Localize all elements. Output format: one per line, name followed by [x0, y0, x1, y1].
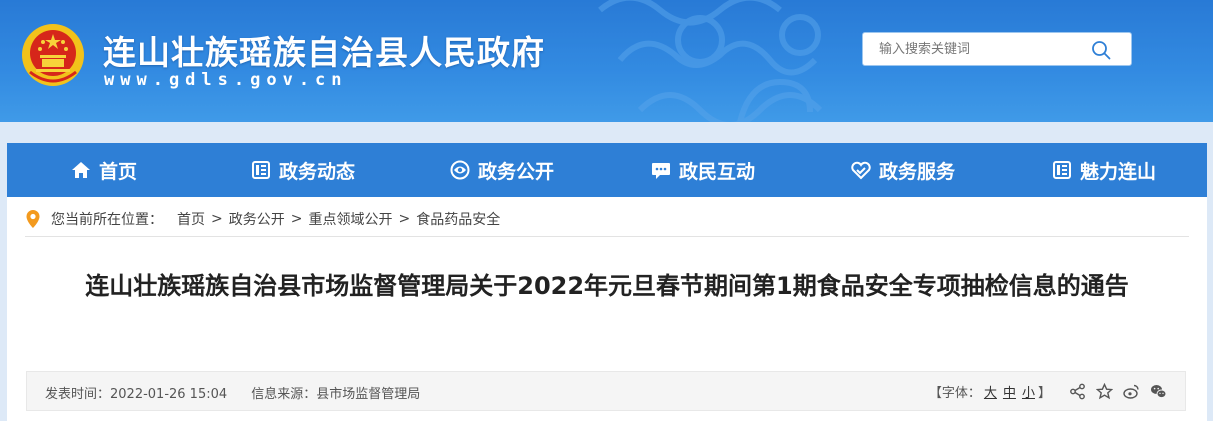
main-nav: 首页 政务动态 政务公开 政民互动 政务服务 魅力连山: [7, 143, 1207, 197]
news-icon: [252, 161, 270, 179]
font-size-small-button[interactable]: 小: [1022, 382, 1035, 401]
nav-label: 政务动态: [279, 160, 356, 183]
nav-label: 政务公开: [478, 160, 555, 183]
font-size-medium-button[interactable]: 中: [1003, 382, 1016, 401]
meta-info: 发表时间：2022-01-26 15:04 信息来源：县市场监督管理局: [45, 383, 440, 402]
share-icon[interactable]: [1069, 383, 1086, 400]
nav-item-charm[interactable]: 魅力连山: [1052, 143, 1156, 197]
document-icon: [1053, 161, 1071, 179]
breadcrumb-public[interactable]: 政务公开: [229, 209, 285, 229]
breadcrumb: 您当前所在位置： 首页 > 政务公开 > 重点领域公开 > 食品药品安全: [25, 207, 500, 231]
nav-label: 政务服务: [879, 160, 956, 183]
chat-icon: [652, 163, 670, 179]
info-source: 信息来源：县市场监督管理局: [251, 387, 421, 402]
breadcrumb-label: 您当前所在位置：: [51, 212, 163, 228]
breadcrumb-separator: >: [398, 211, 411, 227]
font-size-label: 【字体：: [928, 386, 981, 401]
article-title: 连山壮族瑶族自治县市场监督管理局关于2022年元旦春节期间第1期食品安全专项抽检…: [85, 272, 1129, 300]
site-header: 连山壮族瑶族自治县人民政府 www.gdls.gov.cn: [0, 0, 1213, 122]
nav-item-home[interactable]: 首页: [71, 143, 137, 197]
handshake-icon: [851, 161, 871, 180]
article-container: 您当前所在位置： 首页 > 政务公开 > 重点领域公开 > 食品药品安全 连山壮…: [7, 197, 1207, 421]
nav-item-news[interactable]: 政务动态: [251, 143, 355, 197]
wechat-icon[interactable]: [1150, 383, 1167, 400]
font-size-bracket-end: 】: [1037, 386, 1051, 401]
weibo-icon[interactable]: [1123, 383, 1140, 400]
meta-tools: 【字体： 大 中 小 】: [929, 382, 1167, 401]
font-size-large-button[interactable]: 大: [984, 382, 997, 401]
national-emblem-logo: [22, 24, 84, 86]
location-pin-icon: [26, 210, 40, 228]
breadcrumb-separator: >: [211, 211, 223, 227]
search-icon[interactable]: [1091, 40, 1111, 60]
breadcrumb-separator: >: [290, 211, 303, 227]
star-favorite-icon[interactable]: [1096, 383, 1113, 400]
home-icon: [72, 162, 90, 178]
site-title: 连山壮族瑶族自治县人民政府: [103, 33, 545, 72]
breadcrumb-key-areas[interactable]: 重点领域公开: [308, 209, 392, 229]
breadcrumb-divider: [25, 236, 1189, 237]
publish-time: 发表时间：2022-01-26 15:04: [45, 387, 228, 402]
nav-item-service[interactable]: 政务服务: [851, 143, 955, 197]
nav-label: 魅力连山: [1080, 160, 1157, 183]
search-box: [862, 32, 1132, 66]
search-input[interactable]: [863, 33, 1093, 65]
nav-item-public[interactable]: 政务公开: [450, 143, 554, 197]
share-icons: [1069, 383, 1167, 400]
site-domain: www.gdls.gov.cn: [104, 70, 348, 90]
breadcrumb-home[interactable]: 首页: [177, 209, 205, 229]
nav-item-interaction[interactable]: 政民互动: [651, 143, 755, 197]
breadcrumb-food-drug[interactable]: 食品药品安全: [416, 209, 500, 229]
nav-label: 首页: [99, 160, 138, 183]
eye-icon: [450, 160, 470, 180]
nav-label: 政民互动: [679, 160, 756, 183]
article-meta-bar: 发表时间：2022-01-26 15:04 信息来源：县市场监督管理局 【字体：…: [26, 371, 1186, 411]
